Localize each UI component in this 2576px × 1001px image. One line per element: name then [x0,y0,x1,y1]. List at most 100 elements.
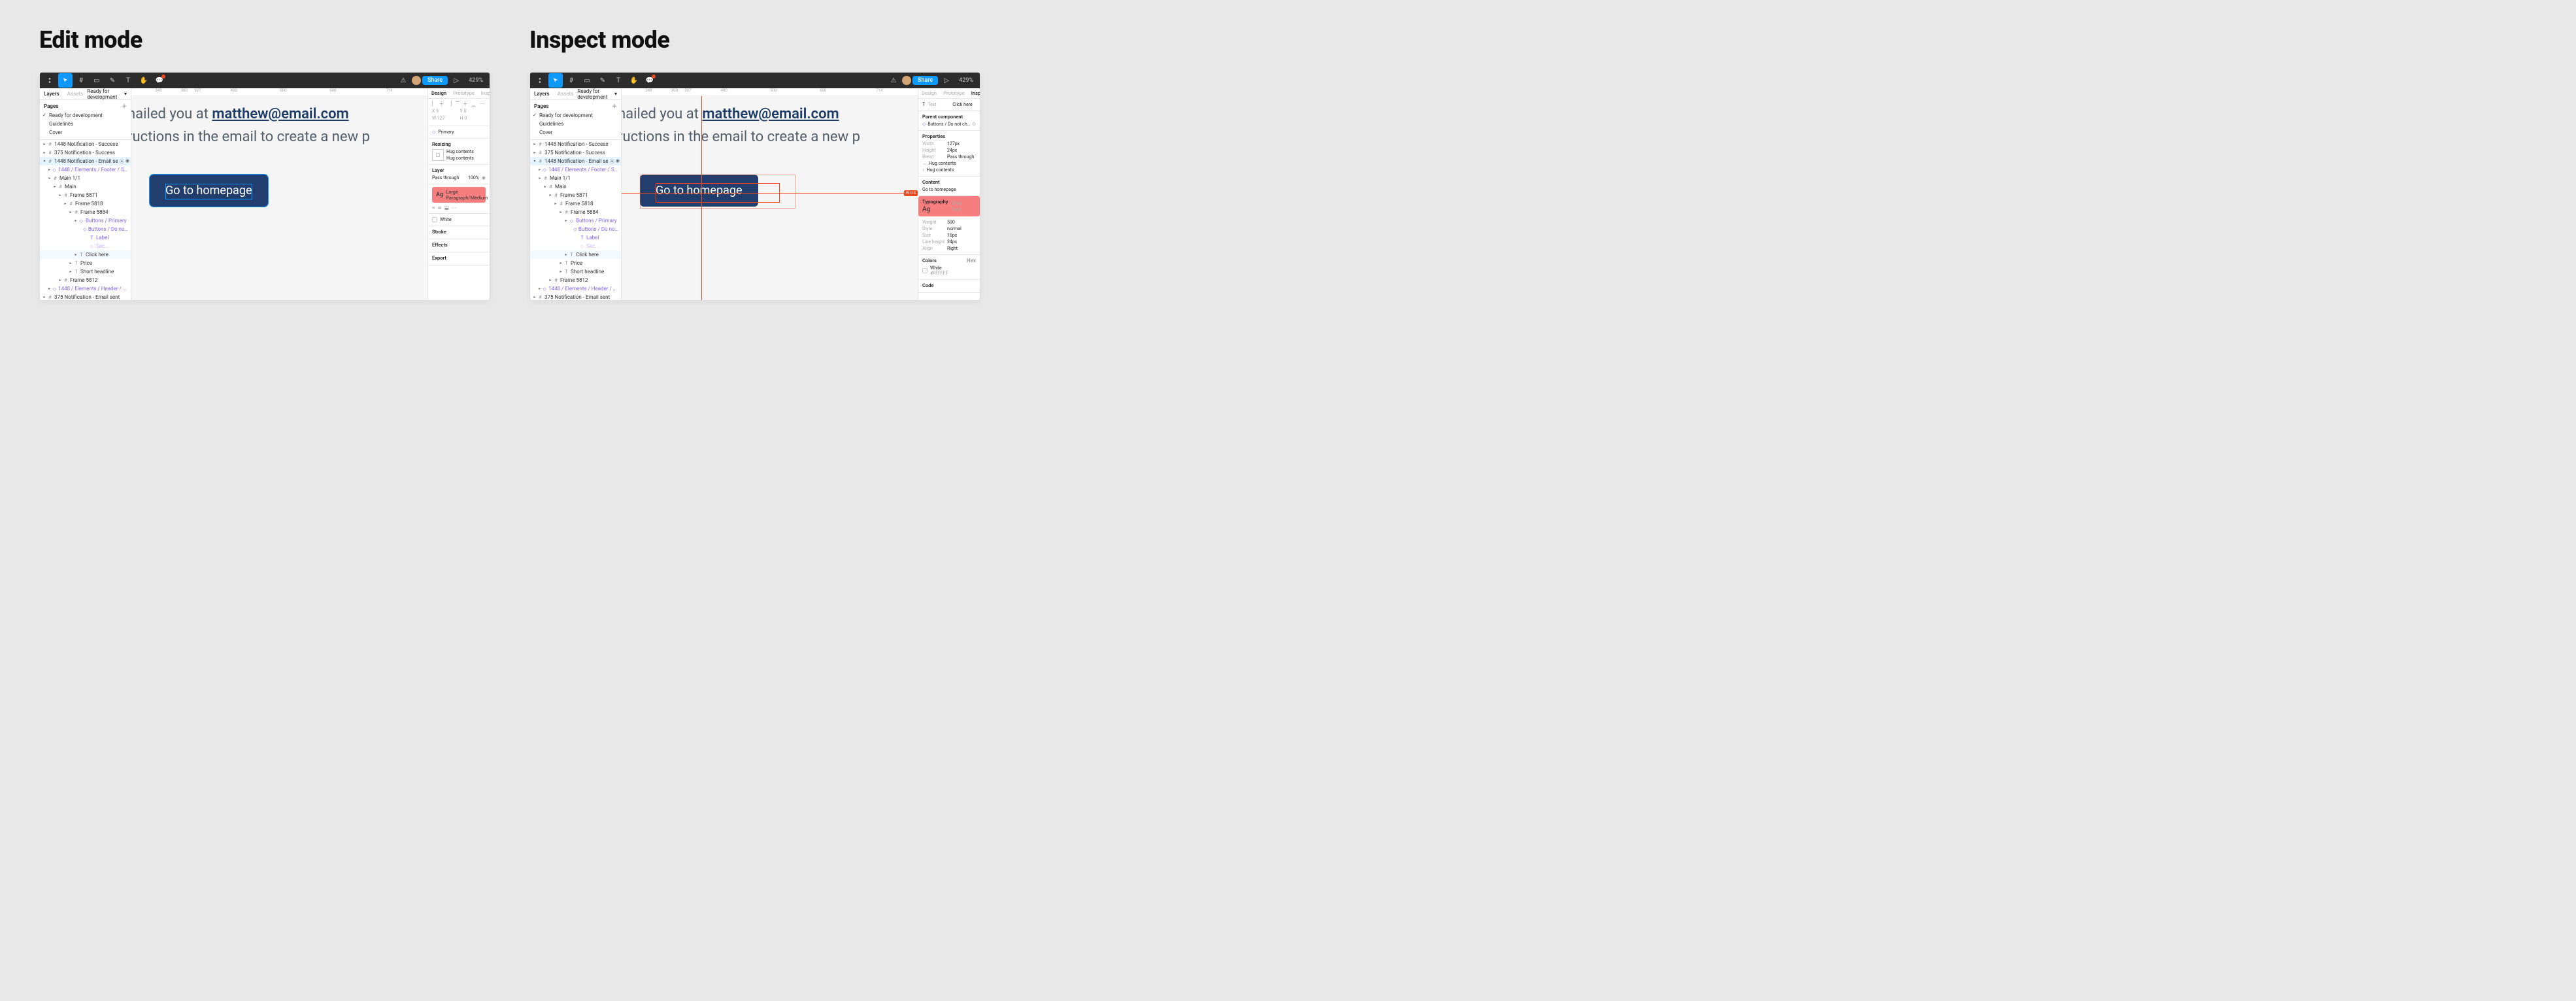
move-tool[interactable] [58,73,73,88]
present-icon[interactable]: ▷ [939,73,954,88]
tab-inspect[interactable]: Inspect [478,88,490,99]
layer-row[interactable]: ▸#Main 1/1 [40,174,131,182]
layer-row[interactable]: ▸◇Buttons / Primary [530,216,621,225]
page-item[interactable]: Cover [40,128,131,137]
layer-row[interactable]: ▾#1448 Notification - Email sent⦿◉ [530,157,621,165]
layer-row[interactable]: ▸◇Buttons / Primary [40,216,131,225]
pen-tool[interactable]: ✎ [105,73,120,88]
frame-tool[interactable]: # [564,73,578,88]
y-value[interactable]: 0 [463,109,466,114]
share-button[interactable]: Share [912,76,938,85]
menu-icon[interactable] [42,73,57,88]
target-icon[interactable]: ⦿ [120,158,124,165]
chevron-icon[interactable]: ▸ [533,142,537,146]
chevron-icon[interactable]: ▸ [554,201,558,206]
canvas[interactable]: 248300327400500600714800 nailed you at m… [131,88,427,300]
layer-row[interactable]: TLabel [530,233,621,242]
visibility-icon[interactable]: ◉ [125,158,129,165]
layer-row[interactable]: ◇Buttons / Do not chan... [530,225,621,233]
layer-row[interactable]: ▸#Frame 5871 [40,191,131,199]
align-icons-row[interactable]: ▏┿▕ ▔┿▁ ⋯ [432,101,486,107]
layer-row[interactable]: ▸TPrice [530,259,621,267]
layer-row[interactable]: ▸#375 Notification - Email sent [40,293,131,300]
chevron-icon[interactable]: ▸ [74,252,78,257]
chevron-icon[interactable]: ▸ [48,167,51,172]
text-align-icons[interactable]: ≡≣⬓⋯ [432,205,486,211]
layer-row[interactable]: ▸#1448 Notification - Success [530,140,621,148]
chevron-icon[interactable]: ▸ [538,167,541,172]
canvas-button[interactable]: Go to homepage [150,175,268,207]
chevron-icon[interactable]: ▾ [533,159,537,163]
tab-assets[interactable]: Assets [554,88,578,99]
layer-row[interactable]: ▸#Frame 5884 [530,208,621,216]
frame-tool[interactable]: # [74,73,88,88]
layer-row[interactable]: ◇Sec... [530,242,621,250]
layer-row[interactable]: ▸◇1448 / Elements / Footer / Sign out [530,165,621,174]
layer-row[interactable]: ▸◇1448 / Elements / Header / Sign in [530,284,621,293]
variant-value[interactable]: Primary [438,129,454,135]
chevron-icon[interactable]: ▸ [69,269,73,274]
hand-tool[interactable]: ✋ [627,73,641,88]
chevron-icon[interactable]: ▸ [548,278,552,282]
tab-layers[interactable]: Layers [40,88,63,99]
layer-row[interactable]: ▸#Frame 5812 [530,276,621,284]
page-item[interactable]: Guidelines [530,120,621,128]
page-item[interactable]: Cover [530,128,621,137]
chevron-icon[interactable]: ▸ [74,218,78,223]
fill-swatch-icon[interactable] [432,217,437,222]
chevron-icon[interactable]: ▸ [538,176,542,180]
menu-icon[interactable] [533,73,547,88]
chevron-icon[interactable]: ▸ [533,295,537,299]
avatar[interactable] [412,76,421,85]
layer-row[interactable]: ▸#375 Notification - Success [530,148,621,157]
chevron-icon[interactable]: ▸ [538,286,541,291]
add-page-button[interactable]: ＋ [612,103,617,110]
layer-row[interactable]: ▸#Main 1/1 [530,174,621,182]
layer-row[interactable]: ▸#375 Notification - Success [40,148,131,157]
text-tool[interactable]: T [611,73,626,88]
zoom-level[interactable]: 429% [955,77,977,84]
chevron-icon[interactable]: ▸ [564,252,568,257]
layer-row[interactable]: ◇Sec... [40,242,131,250]
chevron-icon[interactable]: ▸ [53,184,57,189]
chevron-icon[interactable]: ▸ [548,193,552,197]
tab-design[interactable]: Design [918,88,940,99]
layer-row[interactable]: ▸#Frame 5818 [530,199,621,208]
chevron-icon[interactable]: ▸ [48,176,52,180]
page-selector[interactable]: Ready for development ▾ [87,88,131,100]
layer-row[interactable]: ▾#1448 Notification - Email sent⦿◉ [40,157,131,165]
h-value[interactable]: 0 [464,116,467,121]
opacity-value[interactable]: 100% [468,175,479,180]
present-icon[interactable]: ▷ [449,73,463,88]
text-style-highlight[interactable]: Ag Large Paragraph/Medium [432,187,486,203]
tab-layers[interactable]: Layers [530,88,554,99]
chevron-icon[interactable]: ▸ [69,210,73,214]
blend-mode[interactable]: Pass through [432,175,459,180]
chevron-icon[interactable]: ▸ [559,269,563,274]
page-item[interactable]: Ready for development [40,111,131,120]
hug-vertical[interactable]: Hug contents [446,156,474,161]
chevron-icon[interactable]: ▸ [559,210,563,214]
layer-row[interactable]: ▸#375 Notification - Email sent [530,293,621,300]
share-button[interactable]: Share [422,76,448,85]
layer-row[interactable]: ▸TShort headline [40,267,131,276]
tab-inspect[interactable]: Inspect [968,88,980,99]
chevron-icon[interactable]: ▸ [533,150,537,155]
chevron-icon[interactable]: ▸ [543,184,547,189]
layer-row[interactable]: ▸#Frame 5884 [40,208,131,216]
missing-fonts-icon[interactable]: ⚠ [886,73,901,88]
colors-mode[interactable]: Hex [967,258,976,263]
layer-row[interactable]: ▸#1448 Notification - Success [40,140,131,148]
chevron-icon[interactable]: ▸ [69,261,73,265]
layer-row[interactable]: ▸#Main [40,182,131,191]
layer-row[interactable]: ▸#Frame 5871 [530,191,621,199]
chevron-icon[interactable]: ▸ [42,142,46,146]
shape-tool[interactable]: ▭ [580,73,594,88]
w-value[interactable]: 127 [437,116,445,121]
comment-tool[interactable]: 💬 [152,73,167,88]
layer-row[interactable]: ◇Buttons / Do not chan... [40,225,131,233]
resize-diagram-icon[interactable] [432,149,444,161]
chevron-icon[interactable]: ▸ [58,193,62,197]
layer-row[interactable]: ▸◇1448 / Elements / Header / Sign in [40,284,131,293]
layer-row[interactable]: ▸#Frame 5818 [40,199,131,208]
